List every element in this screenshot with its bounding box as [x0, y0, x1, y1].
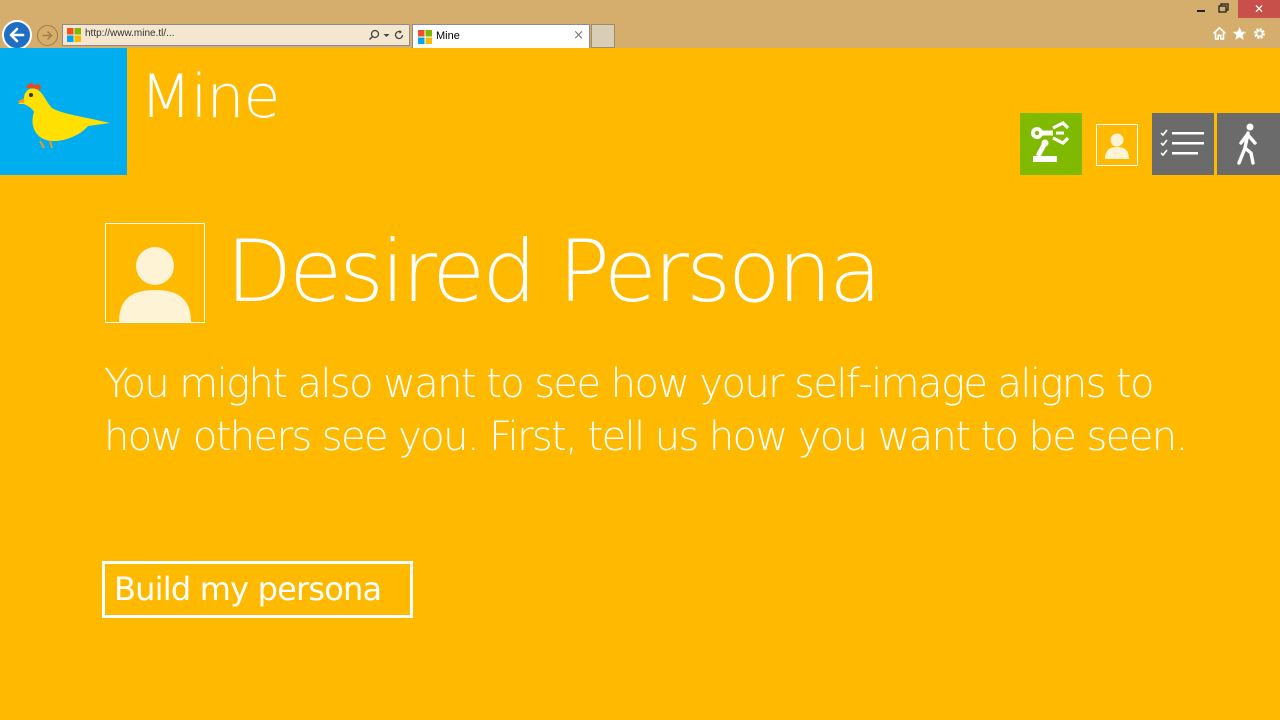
dropdown-arrow-icon[interactable]: [383, 29, 390, 41]
refresh-icon[interactable]: [393, 29, 405, 41]
back-arrow-icon: [9, 27, 25, 43]
exit-walking-icon: [1237, 123, 1257, 165]
new-tab-button[interactable]: [591, 24, 615, 48]
checklist-icon: [1160, 129, 1204, 157]
tab-favicon-icon: [418, 30, 432, 44]
settings-gear-icon[interactable]: [1252, 26, 1267, 41]
checklist-button[interactable]: [1152, 113, 1214, 175]
app-title: Mine: [140, 62, 280, 132]
search-icon[interactable]: [368, 29, 380, 41]
profile-button[interactable]: [1096, 124, 1138, 166]
build-persona-button[interactable]: Build my persona: [102, 561, 413, 618]
description-text: You might also want to see how your self…: [104, 361, 1188, 460]
back-button[interactable]: [2, 20, 32, 50]
tab-mine[interactable]: Mine ×: [412, 24, 590, 48]
exit-button[interactable]: [1217, 113, 1280, 175]
forward-button[interactable]: [37, 25, 58, 46]
minimize-button[interactable]: [1193, 0, 1209, 18]
address-url[interactable]: http://www.mine.tl/...: [85, 28, 174, 39]
address-bar[interactable]: http://www.mine.tl/...: [62, 24, 410, 46]
page-title: Desired Persona: [226, 222, 882, 322]
restore-button[interactable]: [1216, 2, 1232, 16]
robot-button[interactable]: [1020, 113, 1082, 175]
favorites-star-icon[interactable]: [1232, 26, 1247, 41]
bird-logo-icon: [17, 83, 110, 149]
tab-close-icon[interactable]: ×: [573, 28, 584, 43]
person-silhouette-icon: [119, 247, 191, 322]
forward-arrow-icon: [42, 31, 53, 40]
app-logo[interactable]: [0, 48, 127, 175]
persona-avatar: [105, 223, 205, 323]
robot-arm-icon: [1031, 121, 1070, 162]
home-icon[interactable]: [1212, 26, 1227, 41]
browser-chrome: http://www.mine.tl/... Mine × ✕: [0, 0, 1280, 50]
profile-icon: [1105, 133, 1129, 159]
close-window-button[interactable]: ✕: [1238, 0, 1280, 18]
site-favicon-icon: [67, 28, 81, 42]
tab-label: Mine: [436, 30, 460, 42]
